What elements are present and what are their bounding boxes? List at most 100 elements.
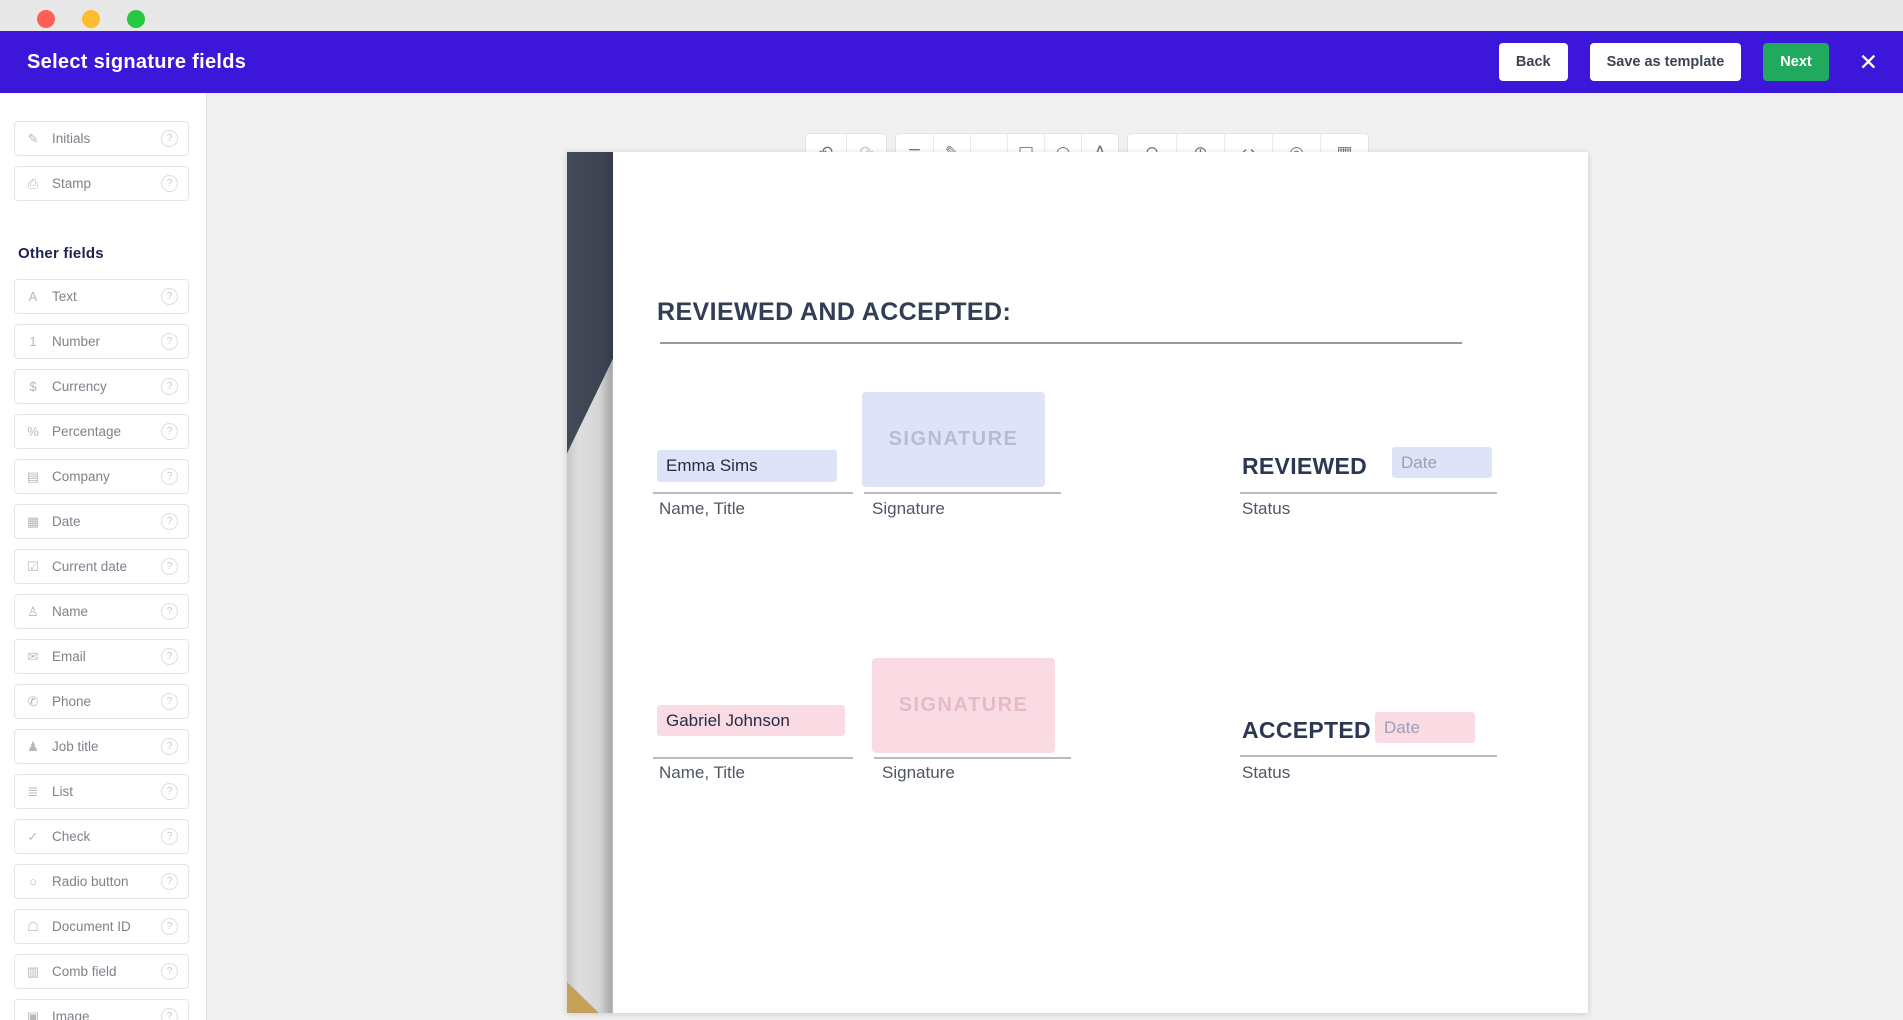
text-icon: A — [25, 289, 41, 304]
sidebar-item-stamp[interactable]: ⎙ Stamp? — [14, 166, 189, 201]
help-icon[interactable]: ? — [161, 963, 178, 980]
help-icon[interactable]: ? — [161, 648, 178, 665]
sidebar-item-company[interactable]: ▤Company? — [14, 459, 189, 494]
name-field-signer1[interactable]: Emma Sims — [657, 450, 837, 482]
company-icon: ▤ — [25, 469, 41, 485]
app-header: Select signature fields Back Save as tem… — [0, 31, 1903, 93]
sidebar-item-label: Stamp — [52, 176, 91, 191]
date-field-signer1[interactable]: Date — [1392, 447, 1492, 478]
help-icon[interactable]: ? — [161, 378, 178, 395]
phone-icon: ✆ — [25, 694, 41, 710]
help-icon[interactable]: ? — [161, 783, 178, 800]
image-icon: ▣ — [25, 1009, 41, 1020]
list-icon: ≣ — [25, 784, 41, 800]
job-title-icon: ♟ — [25, 739, 41, 755]
initials-icon: ✎ — [25, 131, 41, 147]
signature-field-signer1[interactable]: SIGNATURE — [862, 392, 1045, 487]
sidebar-item-label: Text — [52, 289, 77, 304]
traffic-light-zoom-icon[interactable] — [127, 10, 145, 28]
sidebar-item-job-title[interactable]: ♟ Job title? — [14, 729, 189, 764]
sidebar-item-label: Image — [52, 1009, 90, 1020]
sidebar-section-title: Other fields — [18, 245, 189, 262]
status-value-signer2: ACCEPTED — [1242, 717, 1371, 744]
sidebar-item-initials[interactable]: ✎Initials? — [14, 121, 189, 156]
stamp-icon: ⎙ — [25, 176, 41, 192]
sidebar-item-list[interactable]: ≣ List? — [14, 774, 189, 809]
status-label-signer2: Status — [1242, 763, 1290, 783]
check-icon: ✓ — [25, 829, 41, 845]
help-icon[interactable]: ? — [161, 175, 178, 192]
window-titlebar — [0, 0, 1903, 31]
sidebar-item-text[interactable]: A Text? — [14, 279, 189, 314]
sidebar-top-items: ✎Initials? ⎙ Stamp? — [14, 121, 189, 201]
sidebar-item-check[interactable]: ✓ Check? — [14, 819, 189, 854]
page-title: Select signature fields — [27, 51, 246, 74]
back-button[interactable]: Back — [1499, 43, 1568, 81]
help-icon[interactable]: ? — [161, 130, 178, 147]
sidebar-item-name[interactable]: ♙ Name? — [14, 594, 189, 629]
sidebar-item-label: Date — [52, 514, 81, 529]
help-icon[interactable]: ? — [161, 738, 178, 755]
currency-icon: $ — [25, 379, 41, 394]
sidebar-item-label: Comb field — [52, 964, 117, 979]
help-icon[interactable]: ? — [161, 468, 178, 485]
sidebar-item-image[interactable]: ▣ Image? — [14, 999, 189, 1020]
close-icon[interactable]: ✕ — [1859, 51, 1878, 74]
sidebar-item-label: Number — [52, 334, 100, 349]
help-icon[interactable]: ? — [161, 513, 178, 530]
traffic-light-close-icon[interactable] — [37, 10, 55, 28]
help-icon[interactable]: ? — [161, 693, 178, 710]
help-icon[interactable]: ? — [161, 603, 178, 620]
sidebar-item-label: List — [52, 784, 73, 799]
sidebar-item-current-date[interactable]: ☑Current date? — [14, 549, 189, 584]
help-icon[interactable]: ? — [161, 288, 178, 305]
save-as-template-button[interactable]: Save as template — [1590, 43, 1742, 81]
sidebar-item-radio-button[interactable]: ○Radio button? — [14, 864, 189, 899]
sidebar-other-fields: AText?1Number?$Currency?%Percentage?▤Com… — [14, 279, 189, 1020]
sidebar-item-label: Job title — [52, 739, 99, 754]
sidebar-item-label: Currency — [52, 379, 107, 394]
sidebar-item-currency[interactable]: $ Currency? — [14, 369, 189, 404]
sidebar-item-email[interactable]: ✉Email? — [14, 639, 189, 674]
percentage-icon: % — [25, 424, 41, 439]
status-underline-signer1 — [1240, 492, 1497, 494]
name-icon: ♙ — [25, 604, 41, 620]
sidebar-item-number[interactable]: 1 Number? — [14, 324, 189, 359]
help-icon[interactable]: ? — [161, 828, 178, 845]
email-icon: ✉ — [25, 649, 41, 665]
help-icon[interactable]: ? — [161, 423, 178, 440]
date-field-signer2[interactable]: Date — [1375, 712, 1475, 743]
help-icon[interactable]: ? — [161, 1008, 178, 1020]
name-label-signer2: Name, Title — [659, 763, 745, 783]
status-label-signer1: Status — [1242, 499, 1290, 519]
sidebar-item-label: Document ID — [52, 919, 131, 934]
status-underline-signer2 — [1240, 755, 1497, 757]
signature-label-signer2: Signature — [882, 763, 955, 783]
signature-field-signer2[interactable]: SIGNATURE — [872, 658, 1055, 753]
name-field-signer2[interactable]: Gabriel Johnson — [657, 705, 845, 736]
band-dark-shape — [567, 152, 613, 1013]
status-value-signer1: REVIEWED — [1242, 453, 1367, 480]
sidebar-item-label: Percentage — [52, 424, 121, 439]
sidebar-item-label: Name — [52, 604, 88, 619]
sidebar-item-label: Phone — [52, 694, 91, 709]
date-icon: ▦ — [25, 514, 41, 530]
sidebar-item-document-id[interactable]: ☖Document ID? — [14, 909, 189, 944]
help-icon[interactable]: ? — [161, 918, 178, 935]
sidebar-item-label: Current date — [52, 559, 127, 574]
radio-button-icon: ○ — [25, 874, 41, 889]
comb-field-icon: ▥ — [25, 964, 41, 980]
help-icon[interactable]: ? — [161, 873, 178, 890]
sidebar-item-date[interactable]: ▦ Date? — [14, 504, 189, 539]
next-button[interactable]: Next — [1763, 43, 1828, 81]
sidebar-item-phone[interactable]: ✆ Phone? — [14, 684, 189, 719]
name-underline-signer2 — [653, 757, 853, 759]
traffic-light-minimize-icon[interactable] — [82, 10, 100, 28]
sidebar-item-percentage[interactable]: % Percentage? — [14, 414, 189, 449]
sidebar-item-comb-field[interactable]: ▥ Comb field? — [14, 954, 189, 989]
sidebar-item-label: Check — [52, 829, 90, 844]
number-icon: 1 — [25, 334, 41, 349]
help-icon[interactable]: ? — [161, 558, 178, 575]
help-icon[interactable]: ? — [161, 333, 178, 350]
document-heading: REVIEWED AND ACCEPTED: — [657, 298, 1011, 327]
